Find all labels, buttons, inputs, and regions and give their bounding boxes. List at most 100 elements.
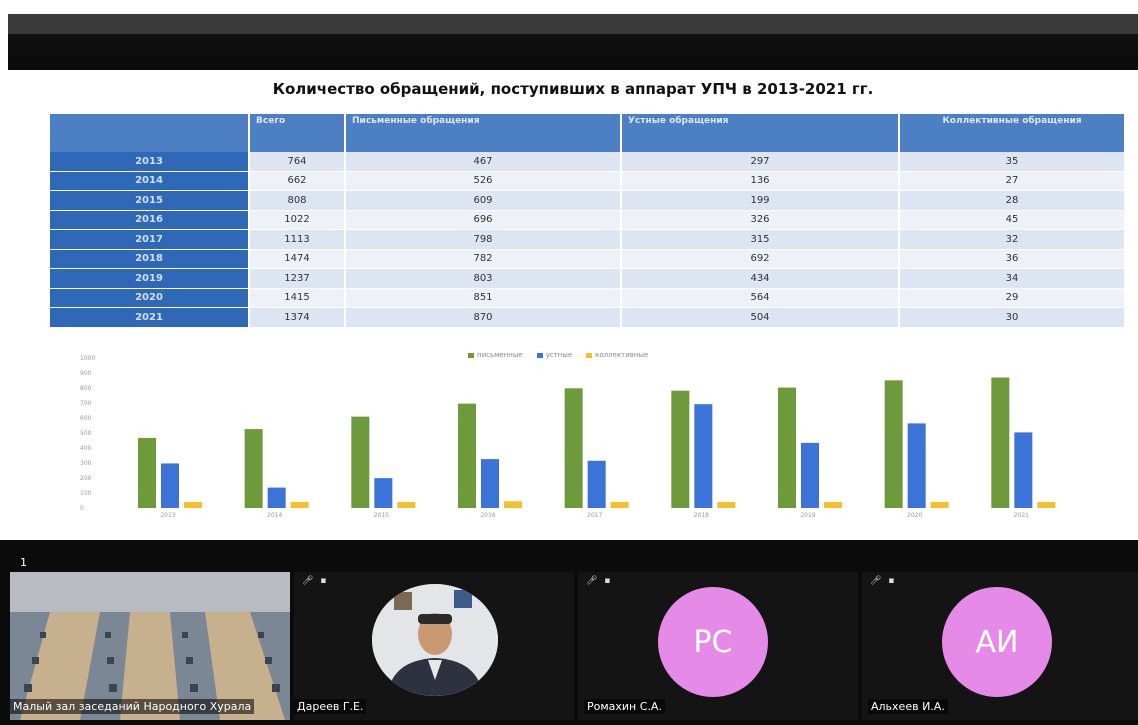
- row-year: 2021: [50, 307, 250, 328]
- cell-total: 764: [249, 152, 346, 172]
- table-row: 2016 1022 696 326 45: [50, 210, 1126, 230]
- slide-title: Количество обращений, поступивших в аппа…: [272, 80, 874, 98]
- bar-письменные-2015: [351, 416, 370, 508]
- header-oral: Устные обращения: [621, 114, 900, 152]
- participant-name: Альхеев И.А.: [868, 699, 948, 714]
- mute-camera-icons: 🎤︎ ▪: [302, 576, 329, 586]
- bar-устные-2015: [374, 478, 393, 508]
- shared-slide: Количество обращений, поступивших в аппа…: [8, 70, 1138, 540]
- participant-name: Дареев Г.Е.: [294, 699, 367, 714]
- y-tick-label: 0: [80, 505, 84, 512]
- row-year: 2018: [50, 249, 250, 269]
- page-number: 1: [20, 556, 27, 569]
- x-tick-label: 2016: [480, 512, 495, 518]
- participant-tile-dareev[interactable]: 🎤︎ ▪ Дареев Г.Е.: [294, 572, 574, 720]
- room-video-feed: [10, 572, 290, 720]
- header-year: [50, 114, 250, 152]
- participant-name: Малый зал заседаний Народного Хурала: [10, 699, 255, 714]
- bar-письменные-2018: [671, 390, 690, 508]
- bar-chart: 0 100 200 300 400 500 600 700 800 900 1000 2013 2014…: [80, 355, 1056, 518]
- cell-collective: 32: [899, 229, 1126, 250]
- x-tick-label: 2017: [587, 512, 602, 518]
- mute-camera-icons: 🎤︎ ▪: [870, 576, 897, 586]
- cell-written: 696: [345, 210, 622, 230]
- y-tick-label: 700: [80, 400, 92, 407]
- bar-письменные-2021: [991, 377, 1010, 508]
- cell-written: 526: [345, 171, 622, 191]
- cell-oral: 315: [621, 229, 900, 250]
- y-tick-label: 500: [80, 430, 92, 437]
- x-tick-label: 2013: [160, 512, 175, 518]
- cell-written: 609: [345, 190, 622, 211]
- bar-коллективные-2014: [290, 502, 309, 508]
- row-year: 2013: [50, 152, 250, 172]
- header-total: Всего: [249, 114, 346, 152]
- cell-total: 1237: [249, 268, 346, 289]
- participant-tile-alkheev[interactable]: 🎤︎ ▪ АИ Альхеев И.А.: [862, 572, 1138, 720]
- cell-written: 467: [345, 152, 622, 172]
- mute-camera-icons: 🎤︎ ▪: [586, 576, 613, 586]
- y-tick-label: 900: [80, 370, 92, 377]
- cell-written: 851: [345, 288, 622, 308]
- bar-письменные-2013: [138, 437, 156, 508]
- y-tick-label: 400: [80, 445, 92, 452]
- cell-oral: 692: [621, 249, 900, 269]
- cell-written: 782: [345, 249, 622, 269]
- bar-коллективные-2016: [504, 501, 522, 508]
- cell-collective: 34: [899, 268, 1126, 289]
- cell-oral: 326: [621, 210, 900, 230]
- bar-коллективные-2017: [610, 502, 629, 508]
- cell-total: 1415: [249, 288, 346, 308]
- table-row: 2015 808 609 199 28: [50, 190, 1126, 211]
- statistics-table: Всего Письменные обращения Устные обраще…: [50, 114, 1126, 328]
- x-tick-label: 2018: [694, 512, 709, 518]
- cell-oral: 434: [621, 268, 900, 289]
- header-written: Письменные обращения: [345, 114, 622, 152]
- cell-total: 1374: [249, 307, 346, 328]
- header-collective: Коллективные обращения: [899, 114, 1126, 152]
- cell-total: 1022: [249, 210, 346, 230]
- bar-коллективные-2021: [1037, 502, 1056, 508]
- x-tick-label: 2015: [374, 512, 389, 518]
- cell-written: 803: [345, 268, 622, 289]
- window-header-bar: [8, 14, 1138, 70]
- cell-collective: 45: [899, 210, 1126, 230]
- participant-tile-room[interactable]: Малый зал заседаний Народного Хурала: [10, 572, 290, 720]
- table-header-row: Всего Письменные обращения Устные обраще…: [50, 114, 1126, 152]
- cell-collective: 36: [899, 249, 1126, 269]
- cell-total: 662: [249, 171, 346, 191]
- y-tick-label: 1000: [80, 355, 95, 362]
- cell-written: 798: [345, 229, 622, 250]
- bar-устные-2018: [694, 404, 713, 508]
- bar-письменные-2016: [458, 403, 476, 508]
- cell-total: 1474: [249, 249, 346, 269]
- top-strip: [0, 0, 1138, 14]
- y-tick-label: 100: [80, 490, 92, 497]
- table-row: 2017 1113 798 315 32: [50, 229, 1126, 250]
- cell-oral: 199: [621, 190, 900, 211]
- bar-устные-2013: [161, 463, 179, 508]
- avatar: АИ: [942, 587, 1052, 697]
- bar-коллективные-2015: [397, 502, 416, 508]
- x-tick-label: 2019: [800, 512, 815, 518]
- table-row: 2020 1415 851 564 29: [50, 288, 1126, 308]
- x-tick-label: 2021: [1014, 512, 1029, 518]
- cell-total: 808: [249, 190, 346, 211]
- cell-collective: 35: [899, 152, 1126, 172]
- cell-oral: 136: [621, 171, 900, 191]
- row-year: 2016: [50, 210, 250, 230]
- participant-tile-romakhin[interactable]: 🎤︎ ▪ РС Ромахин С.А.: [578, 572, 858, 720]
- cell-oral: 297: [621, 152, 900, 172]
- bar-устные-2017: [587, 460, 606, 508]
- table-row: 2013 764 467 297 35: [50, 152, 1126, 172]
- bar-письменные-2019: [778, 387, 796, 508]
- table-row: 2014 662 526 136 27: [50, 171, 1126, 191]
- row-year: 2019: [50, 268, 250, 289]
- x-tick-label: 2020: [907, 512, 922, 518]
- bar-устные-2020: [907, 423, 926, 508]
- row-year: 2017: [50, 229, 250, 250]
- avatar: РС: [658, 587, 768, 697]
- bar-коллективные-2020: [930, 502, 949, 508]
- participant-video-feed: [372, 584, 498, 696]
- conference-panel: 1 Малый зал заседаний Народного Хурала 🎤…: [0, 540, 1138, 725]
